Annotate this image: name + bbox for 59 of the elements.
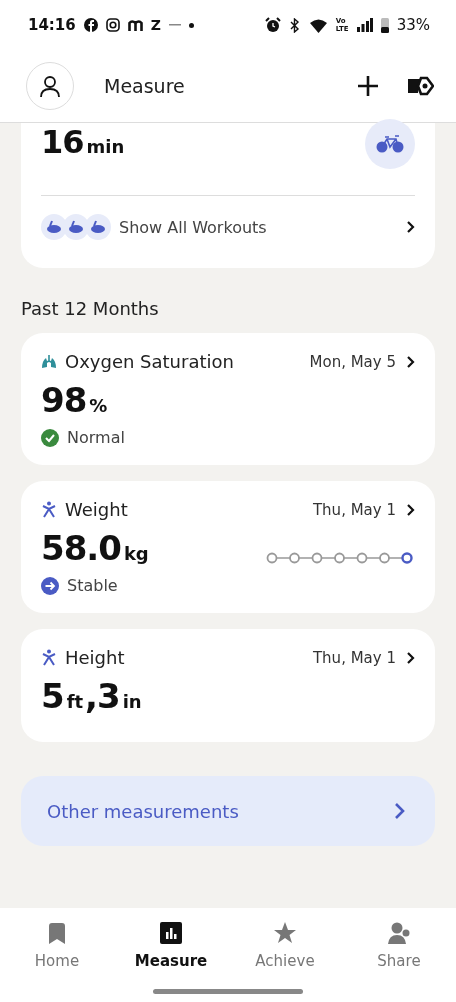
section-heading: Past 12 Months bbox=[21, 298, 160, 319]
alarm-icon bbox=[264, 17, 281, 33]
app-letter: Z bbox=[150, 17, 161, 33]
bluetooth-icon bbox=[288, 17, 301, 33]
measurement-title: Weight bbox=[65, 499, 129, 520]
show-workouts-link[interactable]: Show All Workouts bbox=[41, 196, 415, 250]
date-link[interactable]: Thu, May 1 bbox=[312, 648, 415, 667]
nav-tab[interactable]: Share bbox=[342, 908, 456, 1002]
signal-icon bbox=[356, 18, 373, 32]
nav-tab[interactable]: Home bbox=[0, 908, 114, 1002]
chevron-icon bbox=[394, 802, 405, 820]
clock-time: 14:16 bbox=[28, 16, 76, 34]
status-label: Stable bbox=[67, 576, 118, 595]
instagram-icon bbox=[105, 18, 120, 32]
measurement-value: 5 bbox=[41, 676, 64, 716]
measurement-unit: in bbox=[122, 691, 142, 712]
measurement-value: , bbox=[85, 676, 98, 716]
chevron-icon bbox=[406, 220, 415, 234]
bar-chart-icon bbox=[160, 922, 182, 944]
arches-icon bbox=[127, 19, 143, 31]
status-label: Normal bbox=[67, 428, 125, 447]
other-measurements-button[interactable]: Other measurements bbox=[21, 776, 435, 846]
wifi-icon bbox=[308, 17, 328, 33]
measurement-card[interactable]: Weight Thu, May 1 58.0 kg Stable bbox=[21, 481, 435, 613]
measurement-unit: ft bbox=[66, 691, 84, 712]
measurement-value: 98 bbox=[41, 380, 87, 420]
date-link[interactable]: Thu, May 1 bbox=[312, 500, 415, 519]
figure-icon bbox=[41, 501, 57, 518]
chevron-icon bbox=[406, 650, 415, 665]
measurement-title: Oxygen Saturation bbox=[65, 351, 235, 372]
battery-level: 33% bbox=[396, 16, 430, 34]
page-title: Measure bbox=[104, 75, 186, 97]
battery-icon bbox=[380, 17, 389, 33]
check-icon bbox=[41, 428, 59, 447]
figure-icon bbox=[41, 649, 57, 666]
date-link[interactable]: Mon, May 5 bbox=[309, 352, 415, 371]
measurement-value: 58.0 bbox=[41, 528, 121, 568]
measurement-unit: kg bbox=[123, 543, 149, 564]
people-icon bbox=[388, 922, 410, 944]
duration-unit: min bbox=[86, 136, 125, 157]
bookmark-icon bbox=[46, 922, 68, 944]
lungs-icon bbox=[41, 353, 57, 370]
watch-icon[interactable] bbox=[408, 76, 434, 96]
profile-button[interactable] bbox=[26, 62, 74, 110]
person-icon bbox=[38, 74, 62, 98]
measurement-card[interactable]: Oxygen Saturation Mon, May 5 98% Normal bbox=[21, 333, 435, 465]
star-icon bbox=[274, 922, 296, 944]
chevron-icon bbox=[406, 502, 415, 517]
dot-icon bbox=[188, 22, 194, 28]
measurement-unit: % bbox=[89, 395, 108, 416]
add-icon[interactable] bbox=[358, 76, 378, 96]
measurement-value: 3 bbox=[97, 676, 120, 716]
facebook-icon bbox=[83, 18, 98, 32]
nav-tab[interactable]: Achieve bbox=[228, 908, 342, 1002]
measurement-title: Height bbox=[65, 647, 126, 668]
dash-icon bbox=[168, 23, 181, 27]
duration-value: 16 bbox=[41, 123, 84, 161]
chevron-icon bbox=[406, 354, 415, 369]
measurement-card[interactable]: Height Thu, May 1 5 ft,3 in bbox=[21, 629, 435, 742]
